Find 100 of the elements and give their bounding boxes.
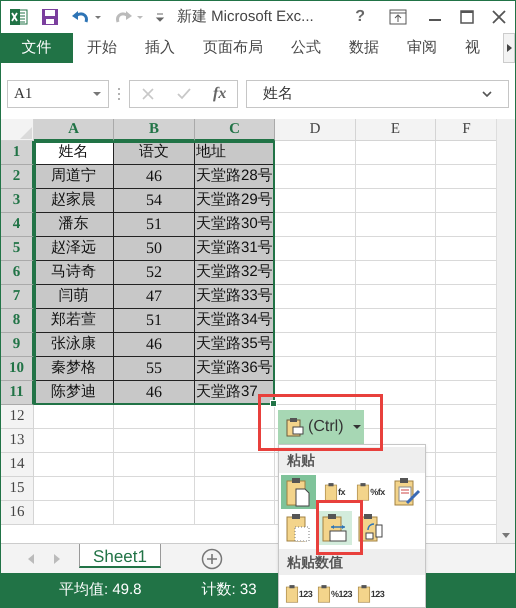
table-cell[interactable]: 天堂路35号 (195, 333, 275, 357)
expand-icon[interactable] (482, 91, 492, 97)
column-header[interactable]: A (34, 119, 114, 141)
paste-icon (284, 477, 312, 507)
section-title: 粘贴 (287, 450, 315, 470)
column-header[interactable]: F (436, 119, 496, 141)
row-header[interactable]: 14 (1, 453, 34, 477)
row-header[interactable]: 7 (1, 285, 34, 309)
row-header[interactable]: 16 (1, 501, 34, 525)
check-icon[interactable] (176, 87, 192, 101)
scroll-right-icon[interactable] (503, 33, 515, 63)
row-header[interactable]: 15 (1, 477, 34, 501)
paste-options-button[interactable]: (Ctrl) (278, 410, 364, 444)
paste-option[interactable]: %123 (317, 577, 352, 607)
row-header[interactable]: 6 (1, 261, 34, 285)
table-cell[interactable]: 天堂路30号 (195, 213, 275, 237)
column-header[interactable]: C (195, 119, 275, 141)
row-header[interactable]: 13 (1, 429, 34, 453)
ribbon-tab[interactable]: 开始 (73, 33, 131, 63)
table-cell[interactable]: 天堂路34号 (195, 309, 275, 333)
close-icon[interactable] (491, 9, 507, 25)
table-cell[interactable]: 54 (114, 189, 195, 213)
row-header[interactable]: 5 (1, 237, 34, 261)
sheet-tab[interactable]: Sheet1 (79, 544, 161, 568)
column-header[interactable]: D (275, 119, 356, 141)
clipboard-icon (286, 417, 304, 437)
glyph-label: %123 (330, 590, 352, 598)
paste-option[interactable]: 123 (281, 577, 316, 607)
add-sheet-icon[interactable] (201, 548, 223, 570)
ribbon-tab[interactable]: 视 (451, 33, 494, 63)
ribbon-tab[interactable]: 页面布局 (189, 33, 277, 63)
row-header[interactable]: 10 (1, 357, 34, 381)
table-cell[interactable]: 52 (114, 261, 195, 285)
row-header[interactable]: 9 (1, 333, 34, 357)
row-header[interactable]: 8 (1, 309, 34, 333)
dropdown-icon (92, 91, 102, 97)
drag-handle-icon[interactable] (117, 87, 121, 101)
table-cell[interactable]: 天堂路28号 (195, 165, 275, 189)
row-header[interactable]: 2 (1, 165, 34, 189)
table-cell[interactable]: 周道宁 (34, 165, 114, 189)
highlight-frame (316, 500, 363, 555)
glyph-label: %fx (370, 488, 385, 496)
vertical-scrollbar[interactable] (496, 119, 515, 543)
count-value: 计数: 33 (202, 580, 257, 600)
insert-function-button[interactable]: fx (213, 82, 226, 106)
paste-option[interactable] (317, 511, 352, 545)
table-cell[interactable]: 天堂路33号 (195, 285, 275, 309)
clipboard-dotted-icon (284, 513, 312, 543)
table-cell[interactable]: 赵泽远 (34, 237, 114, 261)
paste-option[interactable]: fx (317, 475, 352, 509)
caret-icon (352, 424, 362, 430)
ribbon-tab[interactable]: 数据 (335, 33, 393, 63)
table-cell[interactable]: 天堂路32号 (195, 261, 275, 285)
table-cell[interactable]: 46 (114, 381, 195, 405)
table-cell[interactable]: 50 (114, 237, 195, 261)
table-cell[interactable]: 语文 (114, 141, 195, 165)
table-cell[interactable]: 46 (114, 333, 195, 357)
save-icon[interactable] (41, 8, 59, 26)
excel-logo-icon (9, 7, 29, 27)
column-header[interactable]: E (356, 119, 436, 141)
table-cell[interactable]: 张泳康 (34, 333, 114, 357)
table-cell[interactable]: 51 (114, 213, 195, 237)
table-cell[interactable]: 天堂路36号 (195, 357, 275, 381)
ribbon-tab[interactable]: 插入 (131, 33, 189, 63)
clipboard-arrows-icon (320, 513, 348, 543)
fill-handle[interactable] (270, 400, 277, 407)
clipboard-swap-icon (356, 513, 384, 543)
row-header[interactable]: 4 (1, 213, 34, 237)
table-cell[interactable]: 天堂路31号 (195, 237, 275, 261)
table-cell[interactable]: 46 (114, 165, 195, 189)
table-cell[interactable]: 秦梦格 (34, 357, 114, 381)
window-title: 新建 Microsoft Exc... (177, 6, 314, 27)
row-header[interactable]: 11 (1, 381, 34, 405)
table-cell[interactable]: 潘东 (34, 213, 114, 237)
table-cell[interactable]: 51 (114, 309, 195, 333)
row-header[interactable]: 12 (1, 405, 34, 429)
row-header[interactable]: 1 (1, 141, 34, 165)
table-cell[interactable]: 郑若萱 (34, 309, 114, 333)
table-cell[interactable]: 天堂路29号 (195, 189, 275, 213)
table-cell[interactable]: 55 (114, 357, 195, 381)
column-header[interactable]: B (114, 119, 195, 141)
paste-option[interactable] (281, 475, 316, 509)
table-cell[interactable]: 47 (114, 285, 195, 309)
table-cell[interactable]: 赵家晨 (34, 189, 114, 213)
formula-input[interactable]: 姓名 (246, 80, 509, 108)
maximize-icon[interactable] (459, 9, 475, 25)
table-cell[interactable]: 闫萌 (34, 285, 114, 309)
help-button[interactable]: ? (351, 5, 369, 29)
ribbon-display-icon[interactable] (389, 9, 407, 25)
name-box[interactable]: A1 (7, 80, 109, 108)
table-cell[interactable]: 马诗奇 (34, 261, 114, 285)
clipboard-brush-icon (392, 477, 420, 507)
glyph-label: 123 (370, 590, 384, 598)
glyph-label: fx (338, 488, 345, 496)
average-value: 平均值: 49.8 (59, 580, 142, 600)
ribbon-tab[interactable]: 公式 (277, 33, 335, 63)
paste-option[interactable]: 123 (353, 577, 388, 607)
paste-option[interactable]: %fx (353, 475, 388, 509)
ribbon-tab[interactable]: 审阅 (393, 33, 451, 63)
row-header[interactable]: 3 (1, 189, 34, 213)
